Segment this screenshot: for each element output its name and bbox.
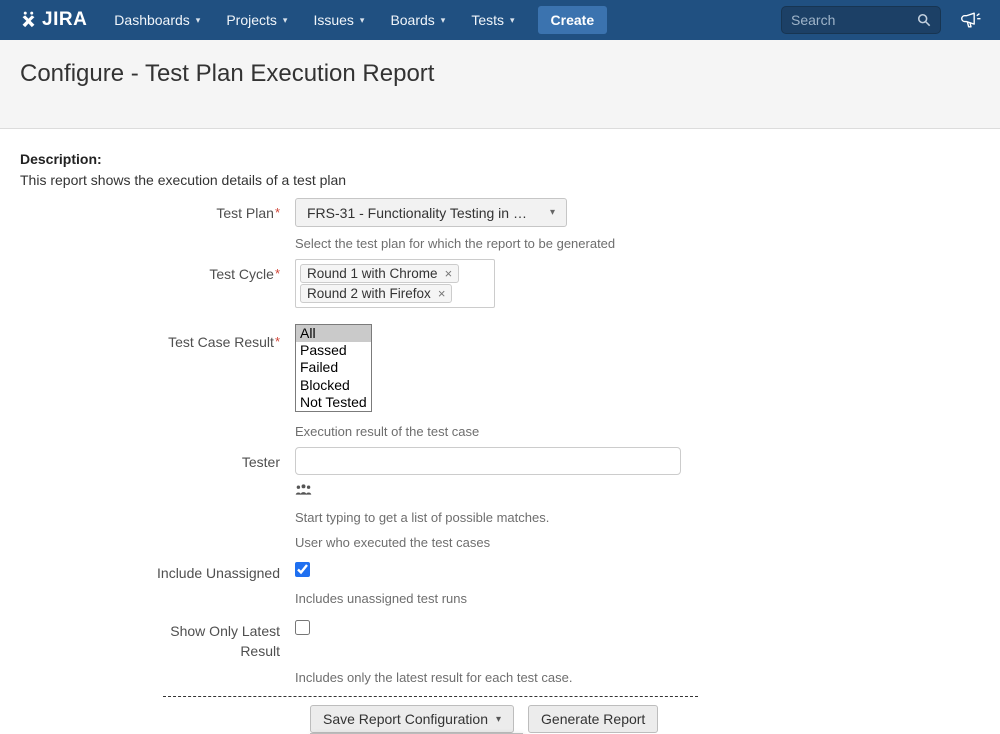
result-listbox[interactable]: All Passed Failed Blocked Not Tested — [295, 324, 372, 412]
tester-row: Tester Start typing to get a list of pos… — [20, 447, 980, 550]
search-input[interactable] — [791, 12, 907, 28]
test-plan-help: Select the test plan for which the repor… — [295, 236, 980, 251]
required-asterisk: * — [275, 266, 280, 281]
show-only-latest-checkbox[interactable] — [295, 620, 310, 635]
include-unassigned-row: Include Unassigned Includes unassigned t… — [20, 558, 980, 606]
show-only-latest-row: Show Only Latest Result Includes only th… — [20, 616, 980, 685]
chevron-down-icon: ▾ — [550, 207, 555, 218]
tag-label: Round 1 with Chrome — [307, 266, 438, 281]
test-case-result-row: Test Case Result* All Passed Failed Bloc… — [20, 324, 980, 439]
report-config-form: Test Plan* FRS-31 - Functionality Testin… — [20, 198, 980, 685]
test-case-result-label: Test Case Result* — [20, 324, 295, 439]
search-icon[interactable] — [917, 13, 931, 27]
test-cycle-multiselect[interactable]: Round 1 with Chrome × Round 2 with Firef… — [295, 259, 495, 308]
search-box[interactable] — [781, 6, 941, 34]
test-cycle-tag: Round 1 with Chrome × — [300, 264, 459, 283]
result-option[interactable]: Blocked — [296, 377, 371, 394]
result-help: Execution result of the test case — [295, 424, 980, 439]
test-cycle-label: Test Cycle* — [20, 259, 295, 308]
test-plan-row: Test Plan* FRS-31 - Functionality Testin… — [20, 198, 980, 251]
nav-menu-item[interactable]: Issues ▾ — [300, 0, 377, 40]
page-title: Configure - Test Plan Execution Report — [20, 60, 980, 88]
include-unassigned-checkbox[interactable] — [295, 562, 310, 577]
jira-logo[interactable]: JIRA — [18, 9, 87, 31]
chevron-down-icon: ▾ — [360, 15, 365, 26]
show-only-latest-help: Includes only the latest result for each… — [295, 670, 980, 685]
chevron-down-icon: ▾ — [441, 15, 446, 26]
chevron-down-icon: ▾ — [510, 15, 515, 26]
section-divider — [163, 696, 698, 697]
nav-item-label: Tests — [471, 12, 504, 28]
nav-item-label: Issues — [313, 12, 353, 28]
tag-label: Round 2 with Firefox — [307, 286, 431, 301]
result-option[interactable]: Passed — [296, 342, 371, 359]
result-option[interactable]: Failed — [296, 359, 371, 376]
result-option[interactable]: All — [296, 325, 371, 342]
tester-hint: Start typing to get a list of possible m… — [295, 510, 980, 525]
tester-help: User who executed the test cases — [295, 535, 980, 550]
save-report-configuration-button[interactable]: Save Report Configuration ▾ — [310, 705, 514, 733]
nav-item-label: Boards — [390, 12, 434, 28]
tester-label: Tester — [20, 447, 295, 550]
result-option[interactable]: Not Tested — [296, 394, 371, 411]
include-unassigned-label: Include Unassigned — [20, 558, 295, 606]
test-plan-value: FRS-31 - Functionality Testing in … — [307, 205, 527, 221]
nav-menu: Dashboards ▾ Projects ▾ Issues ▾ Boards … — [101, 0, 527, 40]
required-asterisk: * — [275, 205, 280, 220]
remove-tag-icon[interactable]: × — [438, 287, 446, 300]
nav-item-label: Dashboards — [114, 12, 190, 28]
remove-tag-icon[interactable]: × — [445, 267, 453, 280]
nav-menu-item[interactable]: Dashboards ▾ — [101, 0, 213, 40]
nav-menu-item[interactable]: Boards ▾ — [377, 0, 458, 40]
chevron-down-icon: ▾ — [283, 15, 288, 26]
chevron-down-icon: ▾ — [196, 15, 201, 26]
nav-item-label: Projects — [226, 12, 277, 28]
create-button[interactable]: Create — [538, 6, 608, 34]
generate-report-button[interactable]: Generate Report — [528, 705, 658, 733]
main-content: Description: This report shows the execu… — [0, 129, 1000, 733]
test-plan-dropdown[interactable]: FRS-31 - Functionality Testing in … ▾ — [295, 198, 567, 227]
required-asterisk: * — [275, 334, 280, 349]
page-header: Configure - Test Plan Execution Report — [0, 40, 1000, 129]
chevron-down-icon: ▾ — [496, 714, 501, 725]
jira-logo-text: JIRA — [42, 9, 87, 31]
users-group-icon — [295, 483, 312, 496]
test-cycle-row: Test Cycle* Round 1 with Chrome × — [20, 259, 980, 308]
show-only-latest-label: Show Only Latest Result — [20, 616, 295, 685]
test-cycle-tag: Round 2 with Firefox × — [300, 284, 452, 303]
include-unassigned-help: Includes unassigned test runs — [295, 591, 980, 606]
nav-menu-item[interactable]: Projects ▾ — [213, 0, 300, 40]
top-navbar: JIRA Dashboards ▾ Projects ▾ Issues ▾ Bo… — [0, 0, 1000, 40]
description-text: This report shows the execution details … — [20, 172, 980, 188]
tester-input[interactable] — [295, 447, 681, 475]
jira-logo-icon — [18, 10, 39, 31]
actions-bar: Save Report Configuration ▾ ☑ Save as Ge… — [310, 705, 980, 733]
nav-menu-item[interactable]: Tests ▾ — [458, 0, 527, 40]
description-label: Description: — [20, 151, 980, 167]
test-plan-label: Test Plan* — [20, 198, 295, 251]
feedback-megaphone-icon[interactable] — [960, 10, 982, 30]
